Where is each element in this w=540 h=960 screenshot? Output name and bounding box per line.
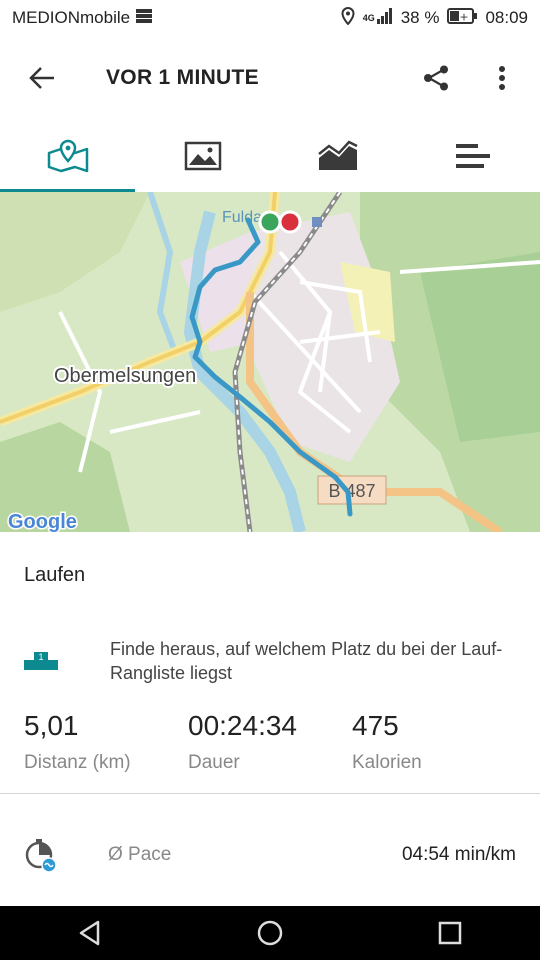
tab-map[interactable] [0, 120, 135, 193]
pace-row[interactable]: Ø Pace 04:54 min/km [24, 826, 516, 884]
nav-back-button[interactable] [60, 906, 120, 960]
podium-icon: 1 [24, 652, 58, 670]
square-recents-icon [438, 921, 462, 945]
svg-text:+: + [460, 10, 469, 23]
list-icon [455, 144, 490, 168]
nav-recents-button[interactable] [420, 906, 480, 960]
back-button[interactable] [20, 56, 64, 100]
nav-home-button[interactable] [240, 906, 300, 960]
more-vertical-icon [499, 66, 505, 90]
app-bar: VOR 1 MINUTE [0, 36, 540, 120]
end-marker[interactable] [278, 210, 302, 234]
google-attribution: Google [8, 511, 77, 532]
stat-distance: 5,01 Distanz (km) [24, 704, 188, 792]
battery-percent: 38 % [400, 8, 440, 27]
place-label: Obermelsungen [54, 365, 196, 387]
system-nav-bar [0, 906, 540, 960]
circle-home-icon [257, 920, 283, 946]
share-button[interactable] [418, 60, 454, 96]
carrier-label: MEDIONmobile [12, 8, 131, 27]
status-bar: MEDIONmobile 4G 38 % + 08:09 [0, 0, 540, 36]
leaderboard-promo[interactable]: 1 Finde heraus, auf welchem Platz du bei… [0, 618, 540, 704]
activity-summary: Laufen 1 Finde heraus, auf welchem Platz… [0, 532, 540, 792]
river-label: Fulda [222, 209, 262, 226]
signal-icon [376, 7, 393, 29]
stat-duration: 00:24:34 Dauer [188, 704, 352, 792]
calories-value: 475 [352, 710, 399, 741]
route-map[interactable]: B 487 Obermelsungen Fulda Google [0, 192, 540, 532]
share-icon [424, 65, 448, 91]
image-icon [184, 141, 221, 171]
tab-graphs[interactable] [270, 120, 405, 192]
storage-icon [136, 8, 153, 28]
tab-photos[interactable] [135, 120, 270, 192]
leaderboard-text: Finde heraus, auf welchem Platz du bei d… [110, 639, 503, 683]
pace-icon [25, 839, 57, 872]
calories-label: Kalorien [352, 752, 422, 773]
triangle-back-icon [79, 920, 100, 946]
start-marker[interactable] [258, 210, 282, 234]
divider [0, 793, 540, 794]
network-type: 4G [362, 13, 375, 23]
arrow-left-icon [29, 67, 54, 89]
pace-label: Ø Pace [108, 844, 172, 865]
stat-calories: 475 Kalorien [352, 704, 516, 792]
tab-details[interactable] [405, 120, 540, 192]
duration-value: 00:24:34 [188, 710, 297, 741]
page-title: VOR 1 MINUTE [106, 66, 259, 89]
distance-value: 5,01 [24, 710, 79, 741]
pace-value: 04:54 min/km [401, 844, 516, 865]
location-icon [341, 6, 355, 30]
activity-type: Laufen [24, 563, 86, 586]
overflow-menu-button[interactable] [484, 60, 520, 96]
clock: 08:09 [485, 8, 528, 27]
duration-label: Dauer [188, 752, 240, 773]
distance-label: Distanz (km) [24, 752, 131, 773]
map-pin-icon [47, 139, 88, 173]
stats-row: 5,01 Distanz (km) 00:24:34 Dauer 475 Kal… [0, 704, 540, 792]
tab-bar [0, 120, 540, 193]
svg-text:1: 1 [38, 652, 43, 662]
road-label: B 487 [328, 481, 375, 501]
chart-area-icon [317, 140, 358, 170]
battery-icon: + [447, 7, 478, 29]
